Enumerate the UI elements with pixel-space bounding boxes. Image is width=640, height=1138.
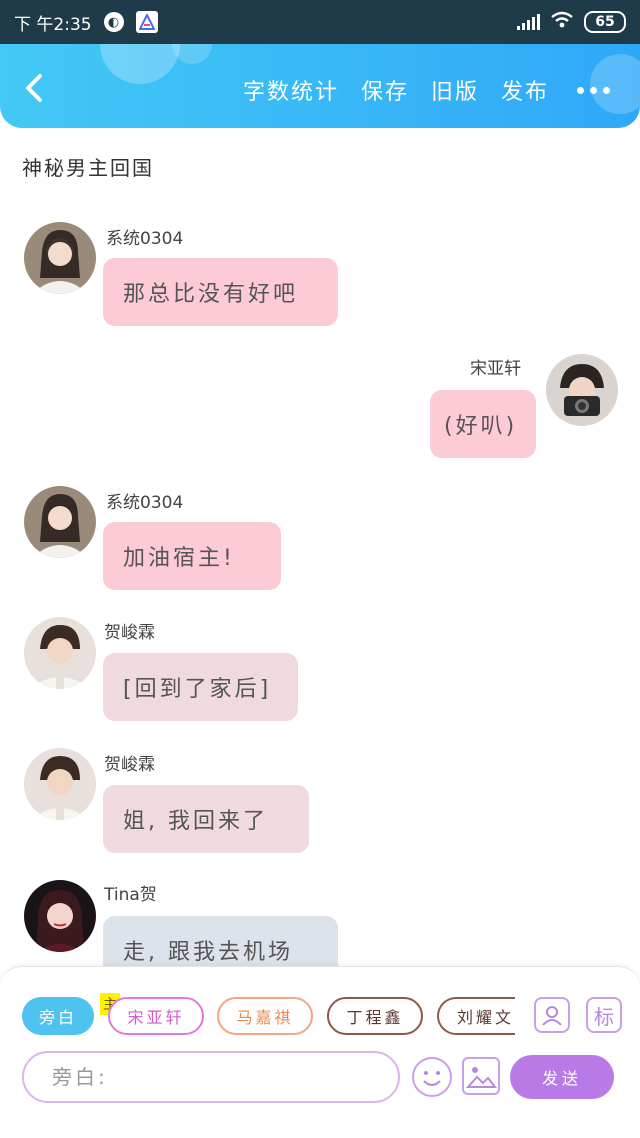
wifi-icon xyxy=(550,11,574,34)
old-version-button[interactable]: 旧版 xyxy=(431,74,479,106)
message-bubble[interactable]: [回到了家后] xyxy=(103,653,298,721)
message-sender: 贺峻霖 xyxy=(104,755,155,775)
composer-panel: 旁白 主 宋亚轩 马嘉祺 丁程鑫 刘耀文 标 发送 xyxy=(0,966,640,1138)
role-chip[interactable]: 刘耀文 xyxy=(437,997,515,1035)
avatar[interactable] xyxy=(24,617,96,689)
message-bubble[interactable]: 姐, 我回来了 xyxy=(103,785,309,853)
app-notification-icon xyxy=(135,11,158,33)
tag-button[interactable]: 标 xyxy=(586,997,622,1033)
avatar[interactable] xyxy=(24,880,96,952)
add-character-icon[interactable] xyxy=(534,997,570,1033)
input-row: 发送 xyxy=(22,1051,622,1103)
role-chip[interactable]: 丁程鑫 xyxy=(327,997,423,1035)
editor-header: 字数统计 保存 旧版 发布 xyxy=(0,44,640,128)
emoji-icon[interactable] xyxy=(412,1057,452,1097)
back-button[interactable] xyxy=(20,68,50,108)
message-input[interactable] xyxy=(22,1051,400,1103)
narration-chip[interactable]: 旁白 xyxy=(22,997,94,1035)
message-sender: 系统0304 xyxy=(106,229,184,249)
compass-icon: ◐ xyxy=(103,12,124,32)
word-count-button[interactable]: 字数统计 xyxy=(243,74,339,106)
message-sender: Tina贺 xyxy=(104,885,157,905)
message-bubble[interactable]: 走, 跟我去机场 xyxy=(103,916,338,966)
send-button[interactable]: 发送 xyxy=(510,1055,614,1099)
message-bubble[interactable]: (好叭) xyxy=(430,390,536,458)
battery-indicator: 65 xyxy=(584,11,626,33)
signal-icon xyxy=(517,14,540,30)
message-sender: 贺峻霖 xyxy=(104,623,155,643)
status-bar: 下 午2:35 ◐ 65 xyxy=(0,0,640,44)
role-chip[interactable]: 宋亚轩 xyxy=(108,997,204,1035)
more-icon[interactable] xyxy=(577,86,610,94)
story-title: 神秘男主回国 xyxy=(22,156,154,180)
publish-button[interactable]: 发布 xyxy=(501,74,549,106)
message-bubble[interactable]: 加油宿主! xyxy=(103,522,281,590)
avatar[interactable] xyxy=(24,748,96,820)
role-chip[interactable]: 马嘉祺 xyxy=(217,997,313,1035)
avatar[interactable] xyxy=(24,486,96,558)
message-sender: 系统0304 xyxy=(106,493,184,513)
status-time: 下 午2:35 xyxy=(14,14,92,35)
save-button[interactable]: 保存 xyxy=(361,74,409,106)
message-bubble[interactable]: 那总比没有好吧 xyxy=(103,258,338,326)
avatar[interactable] xyxy=(546,354,618,426)
avatar[interactable] xyxy=(24,222,96,294)
message-sender: 宋亚轩 xyxy=(470,359,521,379)
image-icon[interactable] xyxy=(462,1057,500,1095)
